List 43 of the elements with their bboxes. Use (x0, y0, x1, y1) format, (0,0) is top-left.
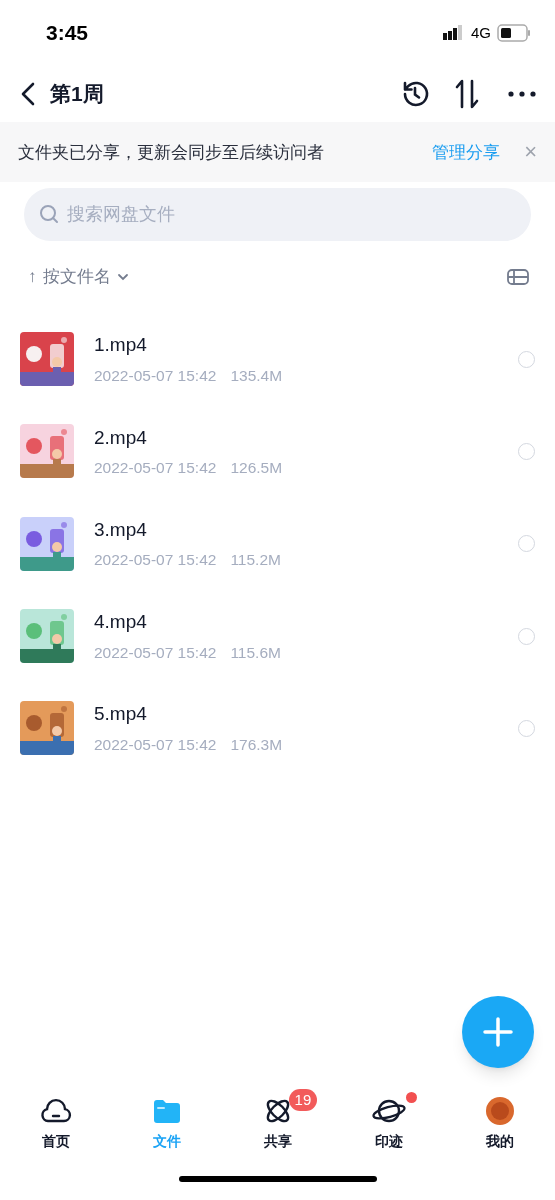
file-name: 3.mp4 (94, 517, 148, 542)
status-time: 3:45 (46, 20, 89, 47)
file-date: 2022-05-07 15:42 (94, 642, 217, 663)
file-date: 2022-05-07 15:42 (94, 550, 217, 571)
file-size: 135.4M (230, 365, 283, 386)
file-size: 115.6M (230, 642, 281, 663)
file-name: 5.mp4 (94, 702, 148, 727)
more-icon (508, 91, 536, 97)
page-title: 第1周 (50, 81, 104, 108)
tab-bar-item[interactable]: 印迹 (333, 1088, 444, 1158)
search-icon (39, 204, 59, 224)
file-name: 4.mp4 (94, 610, 148, 635)
file-name: 2.mp4 (94, 425, 148, 450)
chevron-down-icon (116, 273, 129, 281)
tab-bar-item[interactable]: 共享 19 (222, 1088, 333, 1158)
sort-button[interactable] (453, 78, 481, 110)
network-label: 4G (471, 22, 491, 43)
cloud-icon (39, 1096, 72, 1125)
file-date: 2022-05-07 15:42 (94, 734, 217, 755)
file-row[interactable]: 4.mp4 2022-05-07 15:42 115.6M (0, 589, 555, 683)
file-size: 115.2M (230, 550, 281, 571)
file-size: 126.5M (230, 458, 283, 479)
file-row[interactable]: 3.mp4 2022-05-07 15:42 115.2M (0, 497, 555, 590)
file-size: 176.3M (230, 734, 283, 755)
banner-message: 文件夹已分享，更新会同步至后续访问者 (18, 141, 324, 163)
tab-bar-item[interactable]: 我的 (444, 1088, 555, 1158)
folder-icon (152, 1097, 181, 1124)
tab-bar-item[interactable]: 首页 (0, 1088, 111, 1158)
file-date: 2022-05-07 15:42 (94, 458, 217, 479)
add-button[interactable] (462, 996, 534, 1068)
file-date: 2022-05-07 15:42 (94, 365, 217, 386)
plus-icon (483, 1017, 513, 1047)
view-toggle-icon[interactable] (507, 269, 529, 285)
file-row[interactable]: 5.mp4 2022-05-07 15:42 176.3M (0, 682, 555, 775)
sort-by-name-button[interactable]: ↑ 按文件名 (28, 264, 129, 290)
file-row[interactable]: 1.mp4 2022-05-07 15:42 135.4M (0, 313, 555, 406)
signal-icon (443, 25, 465, 41)
search-field[interactable]: 搜索网盘文件 (24, 188, 531, 241)
file-name: 1.mp4 (94, 333, 148, 358)
battery-icon (497, 24, 531, 42)
count-badge: 19 (288, 1089, 318, 1111)
avatar-icon (484, 1095, 515, 1126)
file-row[interactable]: 2.mp4 2022-05-07 15:42 126.5M (0, 405, 555, 498)
